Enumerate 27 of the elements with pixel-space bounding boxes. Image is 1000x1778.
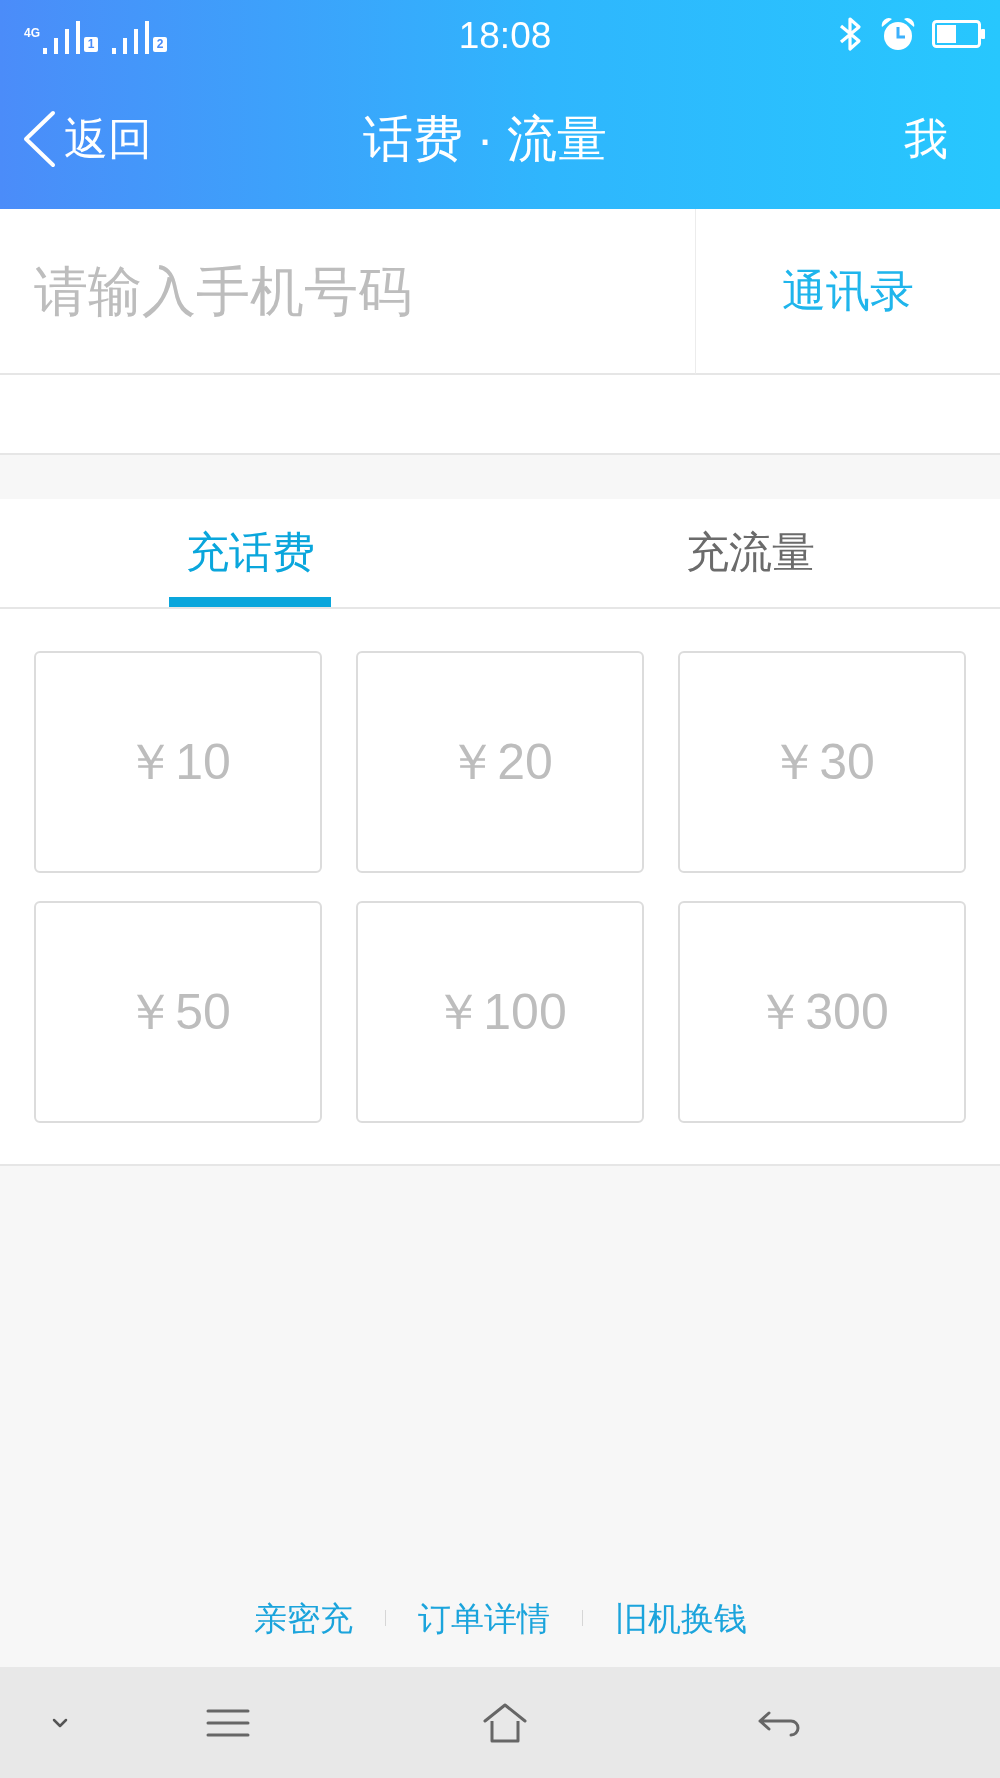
- network-type-label: 4G: [24, 26, 40, 39]
- signal-icon: [112, 20, 149, 54]
- contacts-button[interactable]: 通讯录: [695, 209, 1000, 375]
- chevron-down-icon[interactable]: [52, 1717, 68, 1728]
- alarm-clock-icon: [880, 17, 916, 51]
- amount-option[interactable]: ￥100: [356, 901, 644, 1123]
- signal-icon: [43, 20, 80, 54]
- footer-link[interactable]: 亲密充: [253, 1601, 353, 1635]
- menu-icon[interactable]: [206, 1708, 250, 1737]
- amount-option[interactable]: ￥10: [34, 651, 322, 873]
- amount-option[interactable]: ￥50: [34, 901, 322, 1123]
- amount-option[interactable]: ￥20: [356, 651, 644, 873]
- amount-option[interactable]: ￥30: [678, 651, 966, 873]
- footer-link[interactable]: 旧机换钱: [614, 1601, 747, 1635]
- amount-option[interactable]: ￥300: [678, 901, 966, 1123]
- profile-button[interactable]: 我: [904, 116, 948, 161]
- tab[interactable]: 充流量: [669, 499, 831, 607]
- page-title: 话费 · 流量: [362, 113, 608, 164]
- chevron-left-icon: [22, 109, 56, 168]
- home-icon[interactable]: [483, 1702, 527, 1743]
- phone-number-field[interactable]: 请输入手机号码: [0, 209, 695, 375]
- footer-link[interactable]: 订单详情: [417, 1601, 550, 1635]
- sim-slot-label: 1: [84, 36, 98, 52]
- status-time: 18:08: [458, 16, 552, 54]
- back-button[interactable]: 返回: [22, 109, 152, 168]
- battery-icon: [932, 20, 986, 48]
- sim-slot-label: 2: [153, 36, 167, 52]
